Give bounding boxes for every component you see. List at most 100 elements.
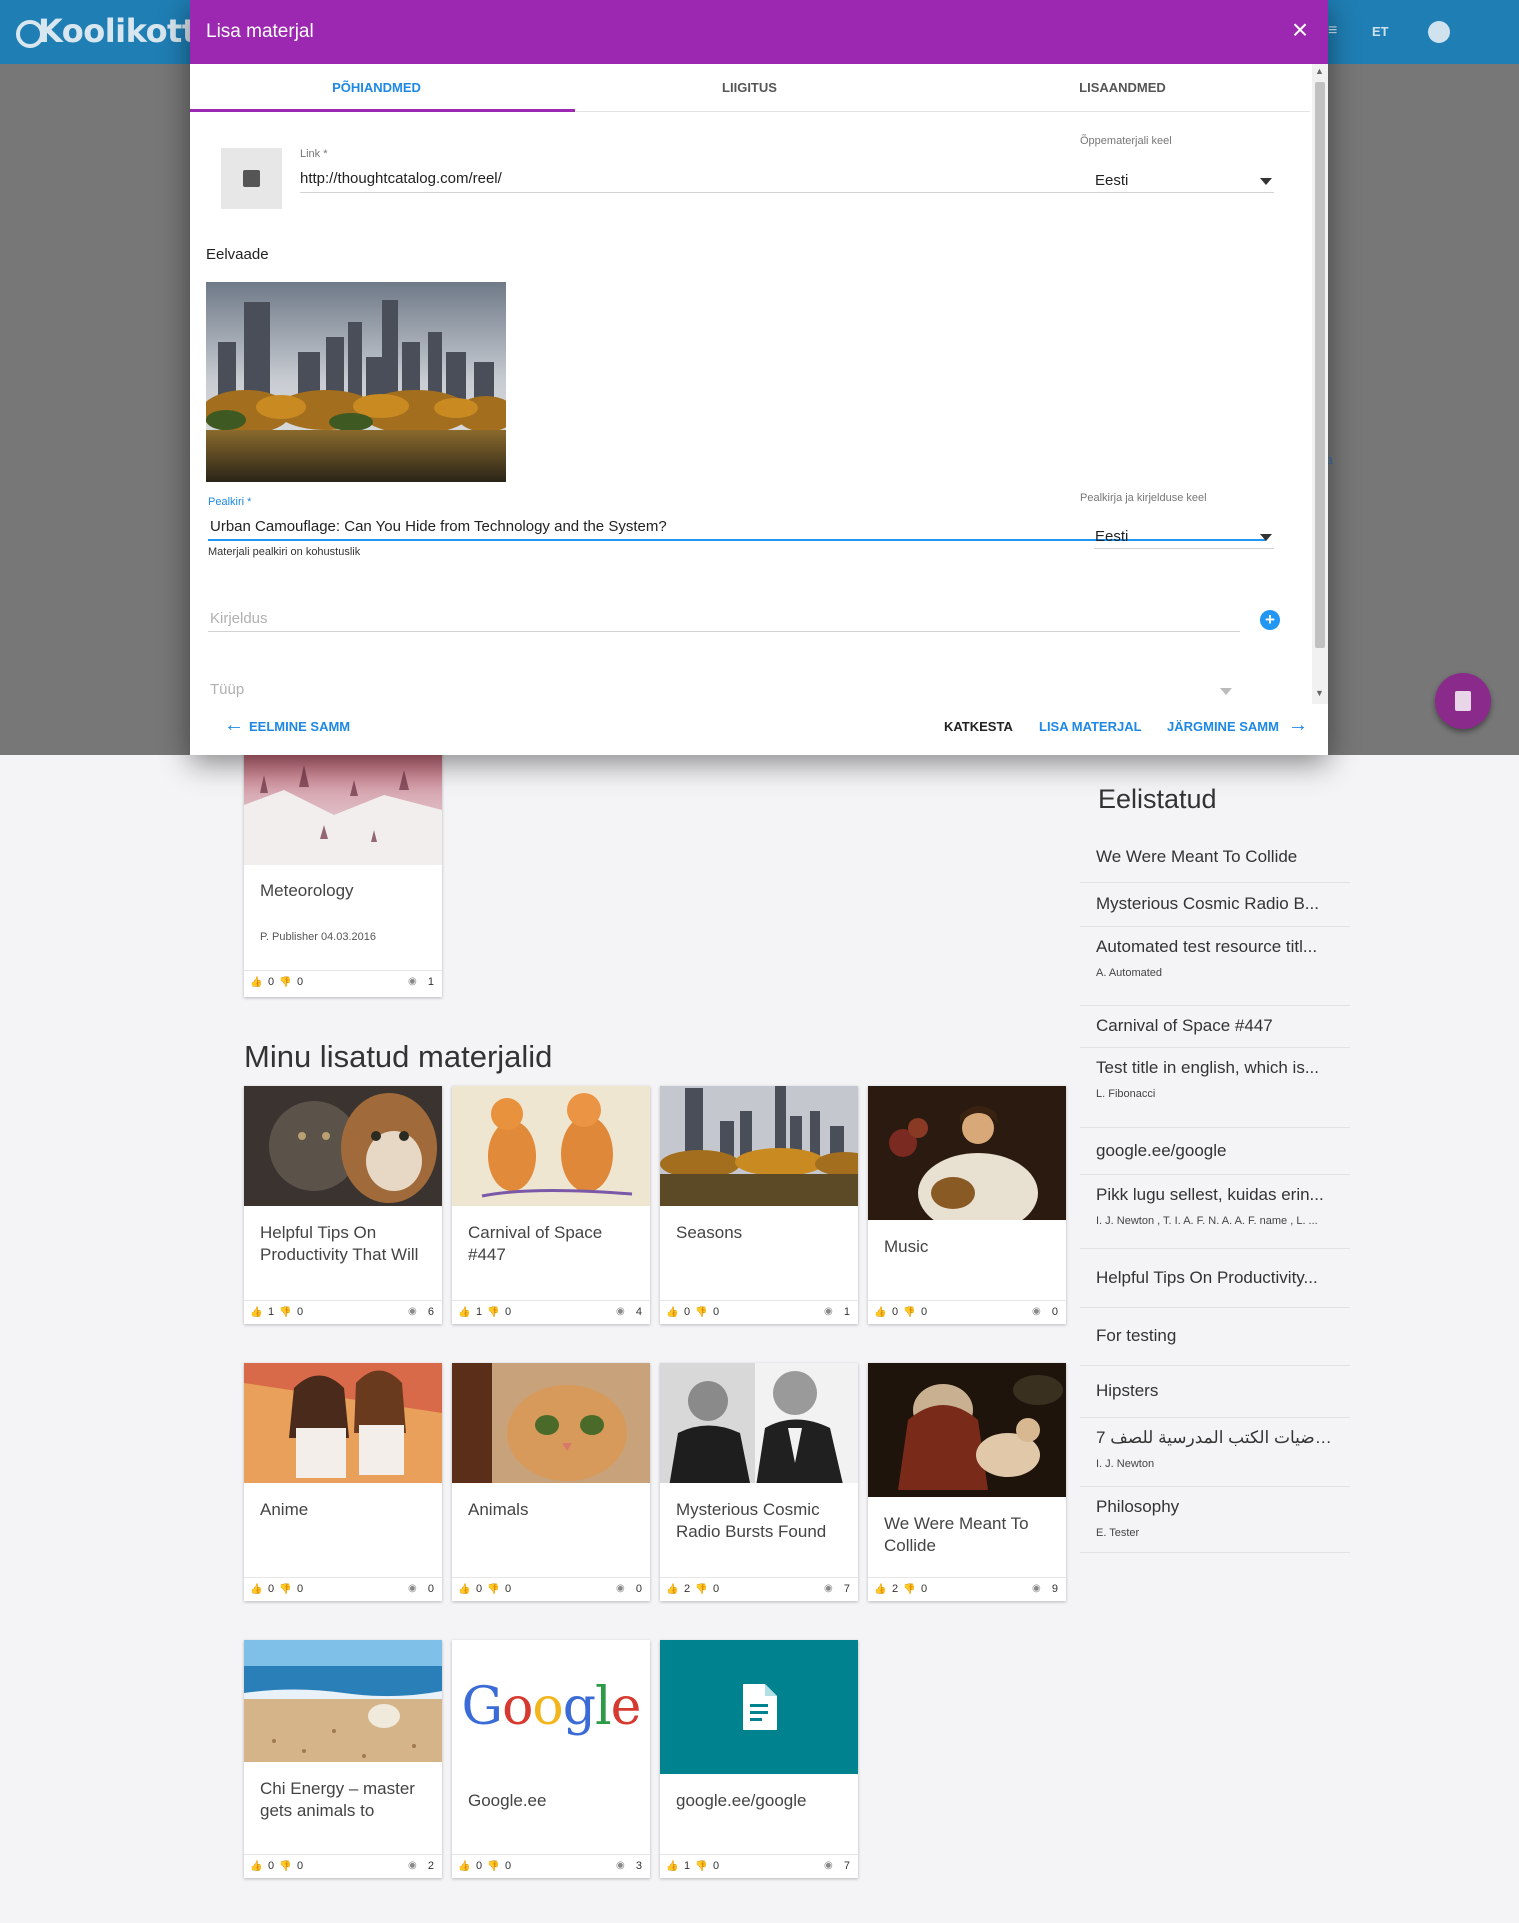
thumb-down-icon[interactable]: 👎: [279, 1584, 291, 1595]
sidebar-item[interactable]: Mysterious Cosmic Radio B...: [1080, 883, 1350, 927]
thumb-down-icon[interactable]: 👎: [903, 1584, 915, 1595]
material-card[interactable]: We Were Meant To Collide 👍 2 👎 0 ◉ 9: [868, 1363, 1066, 1601]
card-title[interactable]: Meteorology: [260, 880, 432, 902]
card-title[interactable]: Mysterious Cosmic Radio Bursts Found: [676, 1499, 848, 1543]
card-title[interactable]: Helpful Tips On Productivity That Will: [260, 1222, 432, 1266]
sidebar-item-title[interactable]: الرياضيات الكتب المدرسية للصف 7: [1096, 1428, 1336, 1448]
thumb-up-icon[interactable]: 👍: [250, 977, 262, 988]
sidebar-item[interactable]: Automated test resource titl... A. Automa…: [1080, 927, 1350, 1006]
thumb-up-icon[interactable]: 👍: [874, 1584, 886, 1595]
scroll-down-icon[interactable]: ▼: [1315, 688, 1324, 698]
thumb-up-icon[interactable]: 👍: [458, 1861, 470, 1872]
link-input[interactable]: http://thoughtcatalog.com/reel/: [300, 170, 502, 187]
card-title[interactable]: We Were Meant To Collide: [884, 1513, 1056, 1557]
filter-icon[interactable]: ≡: [1328, 22, 1337, 40]
thumb-down-icon[interactable]: 👎: [487, 1861, 499, 1872]
description-input[interactable]: Kirjeldus: [210, 610, 268, 627]
sidebar-item[interactable]: Philosophy E. Tester: [1080, 1487, 1350, 1553]
account-icon[interactable]: [1428, 21, 1450, 43]
card-title[interactable]: Anime: [260, 1499, 432, 1521]
sidebar-item-title[interactable]: For testing: [1096, 1326, 1336, 1346]
material-card[interactable]: Carnival of Space #447 👍 1 👎 0 ◉ 4: [452, 1086, 650, 1324]
scroll-thumb[interactable]: [1315, 82, 1325, 648]
material-card[interactable]: Anime 👍 0 👎 0 ◉ 0: [244, 1363, 442, 1601]
thumb-down-icon[interactable]: 👎: [903, 1307, 915, 1318]
card-title[interactable]: Carnival of Space #447: [468, 1222, 640, 1266]
thumb-down-icon[interactable]: 👎: [487, 1307, 499, 1318]
material-card[interactable]: Mysterious Cosmic Radio Bursts Found 👍 2 👎 0…: [660, 1363, 858, 1601]
dropdown-arrow-icon[interactable]: [1260, 534, 1272, 541]
thumb-up-icon[interactable]: 👍: [250, 1307, 262, 1318]
sidebar-item[interactable]: We Were Meant To Collide: [1080, 833, 1350, 883]
material-card[interactable]: Chi Energy – master gets animals to 👍 0 👎 0 ◉…: [244, 1640, 442, 1878]
tab-pohiandmed[interactable]: PÕHIANDMED: [190, 64, 563, 112]
thumb-down-icon[interactable]: 👎: [279, 977, 291, 988]
sidebar-item-title[interactable]: Carnival of Space #447: [1096, 1016, 1336, 1036]
thumbnail-upload-button[interactable]: [221, 148, 282, 209]
sidebar-item-title[interactable]: Helpful Tips On Productivity...: [1096, 1268, 1336, 1288]
card-title[interactable]: Google.ee: [468, 1790, 640, 1812]
material-card[interactable]: Seasons 👍 0 👎 0 ◉ 1: [660, 1086, 858, 1324]
thumb-up-icon[interactable]: 👍: [666, 1584, 678, 1595]
title-input[interactable]: Urban Camouflage: Can You Hide from Tech…: [210, 518, 667, 535]
dropdown-arrow-icon[interactable]: [1260, 178, 1272, 185]
thumb-up-icon[interactable]: 👍: [458, 1584, 470, 1595]
material-card[interactable]: Music 👍 0 👎 0 ◉ 0: [868, 1086, 1066, 1324]
sidebar-item[interactable]: Carnival of Space #447: [1080, 1006, 1350, 1048]
thumb-down-icon[interactable]: 👎: [695, 1307, 707, 1318]
add-circle-icon[interactable]: +: [1260, 610, 1280, 630]
sidebar-item-title[interactable]: Automated test resource titl...: [1096, 937, 1336, 957]
sidebar-item[interactable]: For testing: [1080, 1308, 1350, 1366]
cancel-button[interactable]: KATKESTA: [944, 719, 1013, 734]
thumb-up-icon[interactable]: 👍: [666, 1861, 678, 1872]
thumb-down-icon[interactable]: 👎: [695, 1584, 707, 1595]
sidebar-item[interactable]: Pikk lugu sellest, kuidas erin... I. J. N…: [1080, 1175, 1350, 1249]
material-language-select[interactable]: Eesti: [1095, 172, 1128, 189]
close-icon[interactable]: ×: [1286, 16, 1314, 44]
type-select[interactable]: Tüüp: [210, 681, 244, 698]
book-fab-button[interactable]: [1435, 673, 1491, 729]
arrow-left-icon[interactable]: ←: [224, 715, 244, 735]
dialog-scrollbar[interactable]: ▲ ▼: [1312, 64, 1328, 704]
title-language-select[interactable]: Eesti: [1095, 528, 1128, 545]
scroll-up-icon[interactable]: ▲: [1315, 66, 1324, 76]
sidebar-item-title[interactable]: Hipsters: [1096, 1381, 1336, 1401]
previous-step-button[interactable]: EELMINE SAMM: [249, 719, 350, 734]
material-card[interactable]: Meteorology P. Publisher 04.03.2016 👍 0 …: [244, 735, 442, 997]
sidebar-item[interactable]: Test title in english, which is... L. Fib…: [1080, 1048, 1350, 1128]
material-card[interactable]: Helpful Tips On Productivity That Will 👍 1…: [244, 1086, 442, 1324]
sidebar-item[interactable]: google.ee/google: [1080, 1128, 1350, 1175]
dropdown-arrow-icon[interactable]: [1220, 688, 1232, 695]
card-title[interactable]: Animals: [468, 1499, 640, 1521]
thumb-down-icon[interactable]: 👎: [487, 1584, 499, 1595]
sidebar-item[interactable]: Helpful Tips On Productivity...: [1080, 1249, 1350, 1308]
app-logo[interactable]: Koolikott: [38, 12, 197, 50]
sidebar-item[interactable]: Hipsters: [1080, 1366, 1350, 1418]
tab-lisaandmed[interactable]: LISAANDMED: [936, 64, 1309, 112]
next-step-button[interactable]: JÄRGMINE SAMM: [1167, 719, 1279, 734]
thumb-up-icon[interactable]: 👍: [250, 1584, 262, 1595]
thumb-up-icon[interactable]: 👍: [250, 1861, 262, 1872]
sidebar-item-title[interactable]: google.ee/google: [1096, 1141, 1336, 1161]
sidebar-item-title[interactable]: Pikk lugu sellest, kuidas erin...: [1096, 1185, 1336, 1205]
card-title[interactable]: Seasons: [676, 1222, 848, 1244]
material-card[interactable]: Animals 👍 0 👎 0 ◉ 0: [452, 1363, 650, 1601]
sidebar-item-title[interactable]: Test title in english, which is...: [1096, 1058, 1336, 1078]
language-switch[interactable]: ET: [1372, 24, 1389, 39]
card-title[interactable]: Music: [884, 1236, 1056, 1258]
thumb-down-icon[interactable]: 👎: [279, 1861, 291, 1872]
card-title[interactable]: google.ee/google: [676, 1790, 848, 1812]
card-title[interactable]: Chi Energy – master gets animals to: [260, 1778, 432, 1822]
tab-liigitus[interactable]: LIIGITUS: [563, 64, 936, 112]
thumb-up-icon[interactable]: 👍: [458, 1307, 470, 1318]
thumb-up-icon[interactable]: 👍: [874, 1307, 886, 1318]
sidebar-item-title[interactable]: Mysterious Cosmic Radio B...: [1096, 894, 1336, 914]
add-material-button[interactable]: LISA MATERJAL: [1039, 719, 1142, 734]
material-card[interactable]: google.ee/google 👍 1 👎 0 ◉ 7: [660, 1640, 858, 1878]
sidebar-item[interactable]: الرياضيات الكتب المدرسية للصف 7 I. J. New…: [1080, 1418, 1350, 1487]
material-card[interactable]: Google Google.ee 👍 0 👎 0 ◉ 3: [452, 1640, 650, 1878]
arrow-right-icon[interactable]: →: [1288, 715, 1308, 735]
sidebar-item-title[interactable]: Philosophy: [1096, 1497, 1336, 1517]
thumb-down-icon[interactable]: 👎: [279, 1307, 291, 1318]
sidebar-item-title[interactable]: We Were Meant To Collide: [1096, 847, 1336, 867]
